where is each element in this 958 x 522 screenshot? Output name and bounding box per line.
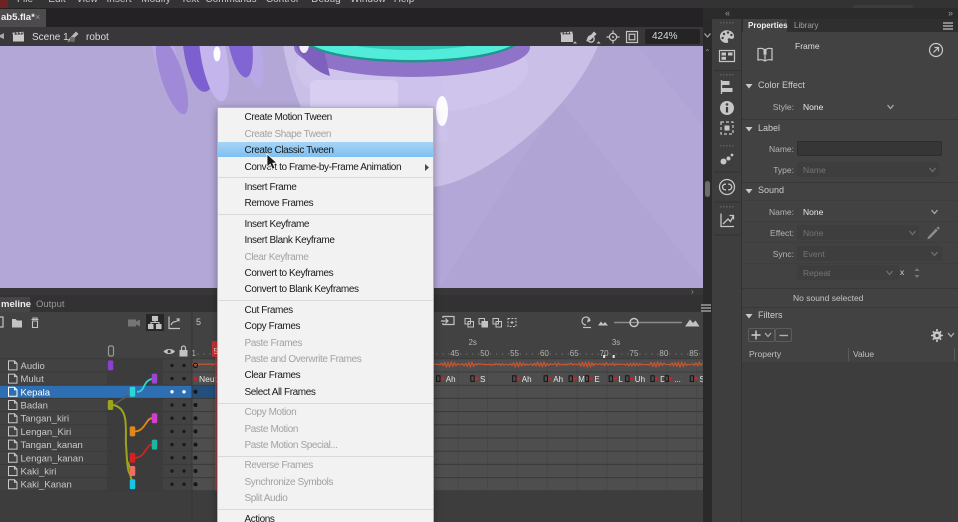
svg-text:...: ... — [674, 375, 681, 384]
svg-text:E: E — [594, 375, 599, 384]
svg-text:Ah: Ah — [553, 375, 563, 384]
svg-text:Ah: Ah — [446, 375, 456, 384]
svg-text:Ah: Ah — [522, 375, 532, 384]
svg-text:Lengan_kanan: Lengan_kanan — [21, 453, 84, 464]
svg-text:80: 80 — [659, 349, 668, 358]
svg-text:Kaki_kiri: Kaki_kiri — [21, 467, 57, 478]
svg-text:5: 5 — [196, 317, 201, 327]
svg-text:75: 75 — [630, 349, 639, 358]
svg-text:Lengan_Kiri: Lengan_Kiri — [21, 427, 72, 438]
svg-text:Badan: Badan — [21, 401, 48, 412]
svg-text:Output: Output — [36, 299, 65, 310]
svg-text:S: S — [480, 375, 485, 384]
svg-text:45: 45 — [450, 349, 459, 358]
svg-text:M: M — [578, 375, 585, 384]
svg-text:55: 55 — [510, 349, 519, 358]
svg-text:S: S — [699, 375, 703, 384]
svg-text:Kepala: Kepala — [21, 387, 51, 398]
svg-text:65: 65 — [570, 349, 579, 358]
svg-text:3s: 3s — [612, 338, 620, 347]
svg-text:50: 50 — [480, 349, 489, 358]
svg-text:Tangan_kanan: Tangan_kanan — [21, 440, 83, 451]
svg-text:2s: 2s — [468, 338, 476, 347]
svg-text:Kaki_Kanan: Kaki_Kanan — [21, 480, 72, 491]
svg-text:60: 60 — [540, 349, 549, 358]
svg-text:Audio: Audio — [21, 361, 45, 372]
svg-text:Mulut: Mulut — [21, 374, 45, 385]
svg-text:meline: meline — [1, 299, 31, 310]
svg-text:Tangan_kiri: Tangan_kiri — [21, 414, 70, 425]
svg-text:Uh: Uh — [635, 375, 645, 384]
svg-text:85: 85 — [689, 349, 698, 358]
svg-text:L: L — [618, 375, 623, 384]
